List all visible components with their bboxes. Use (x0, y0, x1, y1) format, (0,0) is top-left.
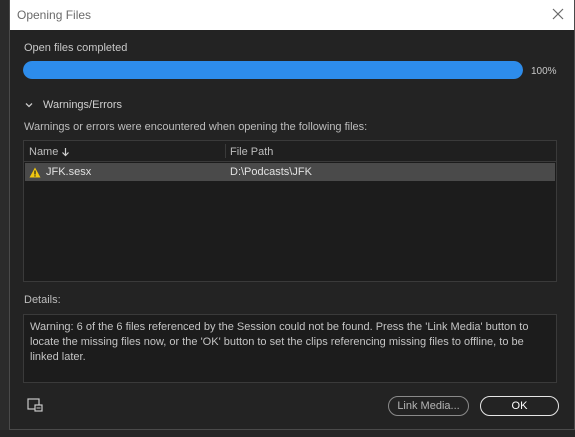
dialog-title: Opening Files (17, 8, 92, 22)
ok-button[interactable]: OK (480, 396, 559, 416)
file-name: JFK.sesx (46, 166, 92, 178)
details-text-box[interactable]: Warning: 6 of the 6 files referenced by … (23, 314, 557, 383)
table-header: Name File Path (24, 141, 556, 162)
opening-files-dialog: Opening Files Open files completed 100% … (9, 0, 575, 430)
background-panel-bottom (0, 430, 575, 437)
progress-status: Open files completed (24, 42, 128, 54)
file-path: D:\Podcasts\JFK (230, 166, 312, 178)
warning-icon (29, 167, 41, 177)
close-button[interactable] (550, 6, 566, 22)
chevron-down-icon (25, 103, 33, 108)
warnings-section-title: Warnings/Errors (43, 99, 123, 111)
warnings-section-toggle[interactable]: Warnings/Errors (23, 97, 122, 113)
column-header-name[interactable]: Name (29, 146, 70, 158)
title-bar: Opening Files (10, 0, 574, 30)
cell-file-name: JFK.sesx (29, 166, 91, 178)
column-header-name-label: Name (29, 146, 59, 158)
details-label: Details: (24, 294, 61, 306)
column-divider[interactable] (225, 144, 226, 158)
background-panel (0, 0, 9, 437)
progress-percent: 100% (531, 66, 557, 77)
table-row[interactable]: JFK.sesx D:\Podcasts\JFK (25, 163, 555, 181)
sort-arrow-down-icon (62, 148, 70, 157)
console-toggle-button[interactable] (26, 396, 46, 414)
link-media-button[interactable]: Link Media... (388, 396, 469, 416)
progress-bar (23, 61, 523, 79)
column-header-path[interactable]: File Path (230, 146, 273, 158)
column-header-path-label: File Path (230, 146, 274, 158)
file-table[interactable]: Name File Path JFK.sesx D:\Podcasts\JFK (23, 140, 557, 282)
close-icon (552, 8, 564, 20)
warnings-description: Warnings or errors were encountered when… (24, 121, 368, 133)
panel-icon (27, 398, 43, 412)
progress-fill (23, 61, 523, 79)
